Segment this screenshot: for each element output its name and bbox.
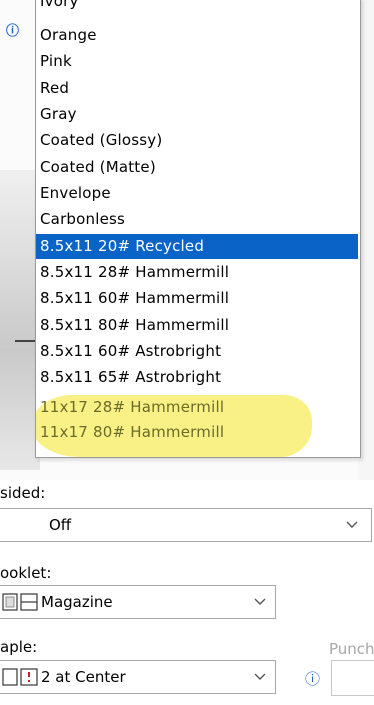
option-coated-glossy[interactable]: Coated (Glossy) [36, 128, 358, 153]
option-pink[interactable]: Pink [36, 49, 358, 74]
booklet-label: ooklet: [0, 564, 52, 582]
option-8-5x11-65-astrobright[interactable]: 8.5x11 65# Astrobright [36, 365, 358, 390]
option-8-5x11-20-recycled[interactable]: 8.5x11 20# Recycled [36, 234, 358, 259]
punch-label: Punch [329, 640, 374, 658]
two-sided-value: Off [49, 516, 72, 534]
staple-select[interactable]: 2 at Center [0, 660, 276, 694]
booklet-icon [1, 586, 41, 629]
option-11x17-80-hammermill[interactable]: 11x17 80# Hammermill [36, 420, 358, 445]
option-8-5x11-60-hammermill[interactable]: 8.5x11 60# Hammermill [36, 286, 358, 311]
two-sided-select[interactable]: Off [0, 508, 372, 542]
info-icon[interactable]: ⓘ [6, 20, 19, 39]
option-11x17-28-hammermill[interactable]: 11x17 28# Hammermill [36, 395, 358, 420]
chevron-down-icon [345, 509, 359, 553]
option-ivory[interactable]: Ivory [36, 0, 358, 14]
chevron-down-icon [253, 661, 267, 705]
option-8-5x11-60-astrobright[interactable]: 8.5x11 60# Astrobright [36, 339, 358, 364]
option-8-5x11-80-hammermill[interactable]: 8.5x11 80# Hammermill [36, 313, 358, 338]
staple-icon [1, 661, 41, 704]
option-gray[interactable]: Gray [36, 102, 358, 127]
staple-label: aple: [0, 638, 38, 656]
option-carbonless[interactable]: Carbonless [36, 207, 358, 232]
option-coated-matte[interactable]: Coated (Matte) [36, 155, 358, 180]
chevron-down-icon [253, 586, 267, 630]
booklet-select[interactable]: Magazine [0, 585, 276, 619]
two-sided-label: sided: [0, 484, 46, 502]
option-red[interactable]: Red [36, 76, 358, 101]
info-icon[interactable]: ⓘ [305, 668, 320, 689]
staple-value: 2 at Center [41, 668, 126, 686]
punch-select[interactable] [331, 660, 374, 696]
paper-type-dropdown-list[interactable]: Ivory Orange Pink Red Gray Coated (Gloss… [35, 0, 361, 458]
option-envelope[interactable]: Envelope [36, 181, 358, 206]
booklet-value: Magazine [41, 593, 113, 611]
divider-line [15, 340, 35, 342]
background-preview [0, 170, 40, 470]
option-8-5x11-28-hammermill[interactable]: 8.5x11 28# Hammermill [36, 260, 358, 285]
option-orange[interactable]: Orange [36, 23, 358, 48]
